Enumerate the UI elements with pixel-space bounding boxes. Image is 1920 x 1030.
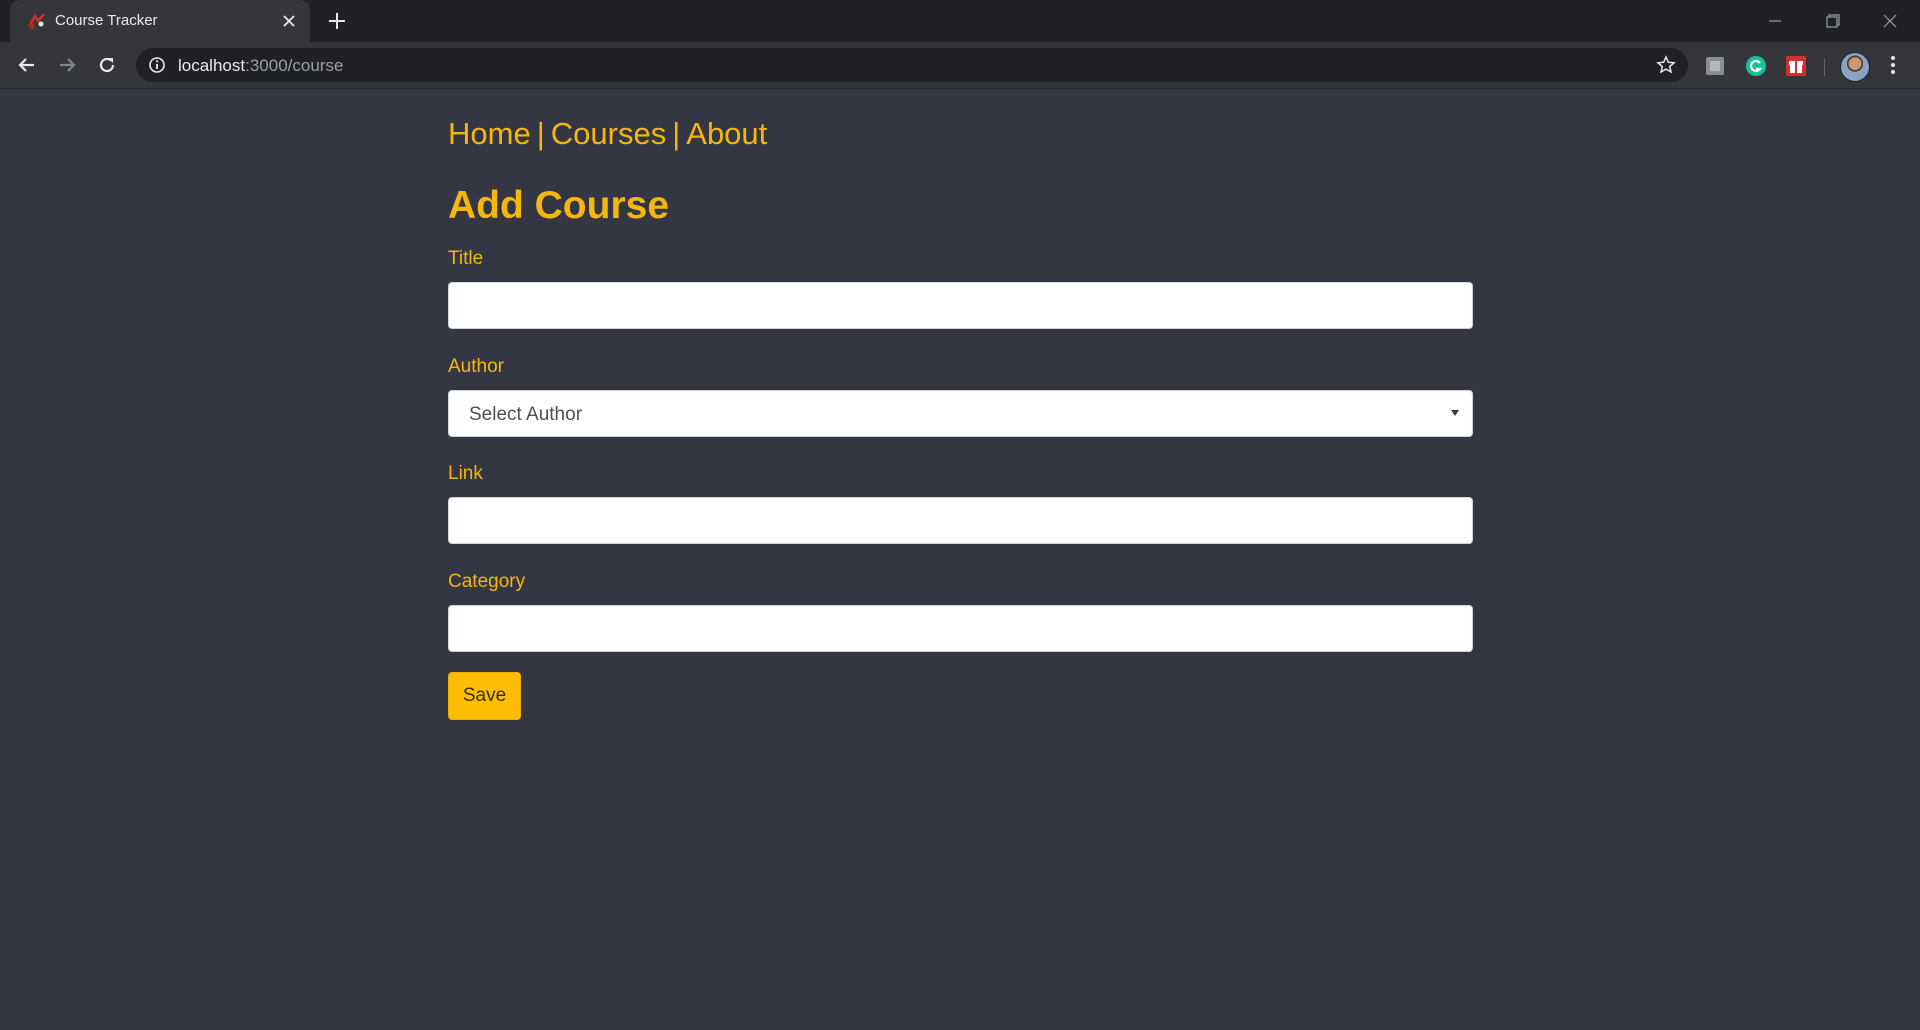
nav-link-about[interactable]: About: [686, 116, 767, 151]
gift-icon[interactable]: [1785, 55, 1807, 77]
title-input[interactable]: [448, 282, 1473, 329]
course-tracker-favicon-icon: [28, 13, 45, 29]
nav-separator: |: [672, 116, 681, 151]
profile-avatar[interactable]: [1840, 52, 1870, 82]
close-window-icon[interactable]: [1877, 8, 1903, 34]
close-tab-icon[interactable]: [280, 12, 298, 30]
back-arrow-icon[interactable]: [14, 52, 40, 78]
link-label: Link: [448, 463, 483, 484]
grammarly-icon[interactable]: [1745, 55, 1767, 77]
nav-link-home[interactable]: Home: [448, 116, 531, 151]
title-label: Title: [448, 248, 484, 269]
address-bar[interactable]: localhost:3000/course: [136, 48, 1688, 82]
bookmark-star-icon[interactable]: [1656, 55, 1676, 75]
forward-arrow-icon[interactable]: [54, 52, 80, 78]
url-path: :3000/course: [245, 56, 344, 75]
url-host: localhost: [178, 56, 246, 75]
site-info-icon[interactable]: [148, 56, 166, 74]
author-selected-value: Select Author: [469, 404, 583, 425]
browser-menu-icon[interactable]: [1883, 54, 1903, 76]
extension-square-icon[interactable]: [1704, 55, 1726, 77]
category-label: Category: [448, 571, 526, 592]
toolbar-divider: [1824, 58, 1825, 76]
browser-tabstrip: Course Tracker: [0, 0, 1920, 42]
page-title: Add Course: [448, 184, 670, 227]
minimize-window-icon[interactable]: [1762, 8, 1788, 34]
top-navigation: Home | Courses | About: [448, 116, 767, 152]
new-tab-plus-icon[interactable]: [326, 10, 348, 32]
browser-tab[interactable]: Course Tracker: [10, 0, 310, 42]
tab-title: Course Tracker: [55, 12, 158, 29]
chevron-down-icon: [1451, 410, 1459, 416]
author-select[interactable]: Select Author: [448, 390, 1473, 437]
save-button[interactable]: Save: [448, 672, 521, 720]
browser-toolbar: localhost:3000/course: [0, 42, 1920, 89]
nav-separator: |: [536, 116, 545, 151]
link-input[interactable]: [448, 497, 1473, 544]
restore-window-icon[interactable]: [1820, 8, 1846, 34]
category-input[interactable]: [448, 605, 1473, 652]
url-text[interactable]: localhost:3000/course: [178, 56, 343, 76]
nav-link-courses[interactable]: Courses: [551, 116, 666, 151]
author-label: Author: [448, 356, 504, 377]
reload-icon[interactable]: [94, 52, 120, 78]
